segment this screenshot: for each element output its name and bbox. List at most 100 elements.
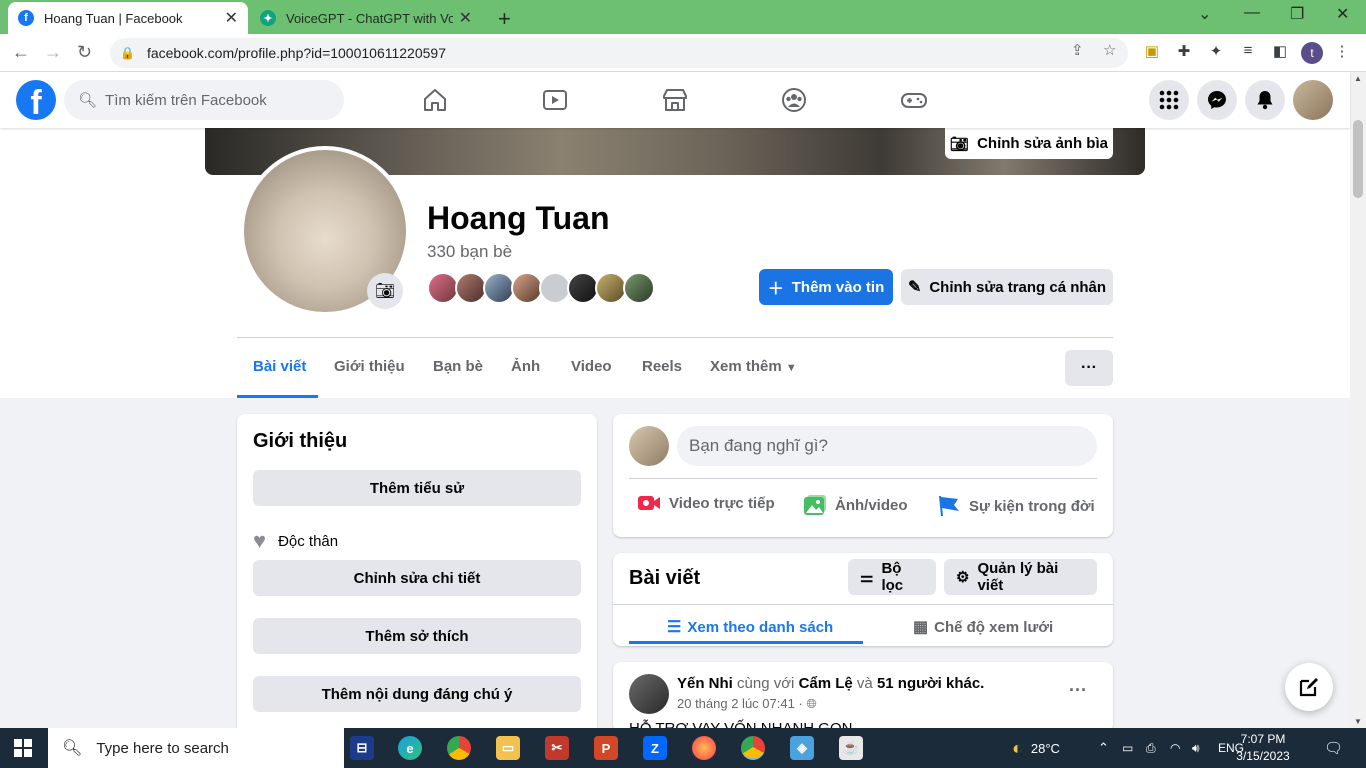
tab-more[interactable]: Xem thêm ▼ — [710, 358, 797, 375]
scrollbar-thumb[interactable] — [1353, 120, 1363, 198]
side-panel-icon[interactable]: ◧ — [1271, 42, 1289, 60]
tab-voicegpt[interactable]: ✦ VoiceGPT - ChatGPT with Voice ✕ — [250, 2, 482, 34]
weather-widget[interactable]: ◐ 28°C — [1012, 728, 1060, 768]
minimize-button[interactable]: — — [1244, 4, 1260, 22]
new-message-button[interactable] — [1285, 663, 1333, 711]
address-bar[interactable]: 🔒 facebook.com/profile.php?id=1000106112… — [110, 38, 1128, 68]
list-view-tab[interactable]: ☰ Xem theo danh sách — [667, 617, 833, 637]
edit-details-button[interactable]: Chỉnh sửa chi tiết — [253, 560, 581, 596]
task-view-icon[interactable]: ⊟ — [350, 736, 374, 760]
post-options-button[interactable]: ··· — [1069, 680, 1087, 701]
account-avatar[interactable] — [1293, 80, 1333, 120]
relationship-label: Độc thân — [278, 532, 339, 550]
notifications-bell-icon[interactable] — [1245, 80, 1285, 120]
extension-chatgpt-icon[interactable]: ✦ — [1207, 42, 1225, 60]
close-window-button[interactable]: ✕ — [1336, 4, 1349, 24]
weather-icon: ◐ — [1012, 737, 1023, 758]
posts-divider — [613, 604, 1113, 605]
edge-icon[interactable]: e — [398, 736, 422, 760]
menu-grid-icon[interactable] — [1149, 80, 1189, 120]
pencil-icon: ✎ — [907, 279, 922, 296]
tab-search-icon[interactable]: ⌄ — [1198, 4, 1211, 24]
tab-videos[interactable]: Video — [571, 358, 612, 375]
add-hobbies-button[interactable]: Thêm sở thích — [253, 618, 581, 654]
zalo-icon[interactable]: Z — [643, 736, 667, 760]
facebook-header: f 🔍︎ Tìm kiếm trên Facebook — [0, 72, 1350, 128]
chrome-active-icon[interactable] — [741, 736, 765, 760]
share-icon[interactable]: ⇪ — [1071, 41, 1084, 59]
tab-about[interactable]: Giới thiệu — [334, 358, 405, 375]
post-author-avatar[interactable] — [629, 674, 669, 714]
forward-icon[interactable]: → — [44, 42, 62, 63]
file-explorer-icon[interactable]: ▭ — [496, 736, 520, 760]
tab-photos[interactable]: Ảnh — [511, 358, 540, 375]
tab-facebook[interactable]: f Hoang Tuan | Facebook ✕ — [8, 2, 248, 34]
powerpoint-icon[interactable]: P — [594, 736, 618, 760]
taskbar-clock[interactable]: 7:07 PM 3/15/2023 — [1226, 731, 1300, 765]
scroll-up-icon[interactable]: ▲ — [1354, 74, 1362, 83]
reload-icon[interactable]: ↻ — [77, 42, 92, 63]
chrome-menu-icon[interactable]: ⋮ — [1333, 42, 1351, 60]
tab-reels[interactable]: Reels — [642, 358, 682, 375]
new-tab-button[interactable]: + — [498, 6, 511, 32]
device-icon[interactable]: ⎙ — [1146, 728, 1156, 768]
marketplace-icon[interactable] — [661, 86, 689, 114]
page-scrollbar[interactable]: ▲ ▼ — [1350, 72, 1366, 728]
java-icon[interactable]: ☕ — [839, 736, 863, 760]
back-icon[interactable]: ← — [12, 42, 30, 63]
gaming-icon[interactable] — [900, 86, 928, 114]
filter-button[interactable]: ⚌ Bộ lọc — [848, 559, 936, 595]
profile-more-button[interactable]: ··· — [1065, 350, 1113, 386]
edit-profile-button[interactable]: ✎ Chỉnh sửa trang cá nhân — [901, 269, 1113, 305]
edit-cover-button[interactable]: 📷︎ Chỉnh sửa ảnh bìa — [945, 128, 1113, 159]
composer-avatar[interactable] — [629, 426, 669, 466]
life-event-button[interactable]: Sự kiện trong đời — [937, 494, 1095, 518]
battery-icon[interactable]: ▭ — [1122, 728, 1133, 768]
facebook-logo-icon[interactable]: f — [16, 80, 56, 122]
tab-friends[interactable]: Bạn bè — [433, 358, 483, 375]
notification-center-icon[interactable]: 🗨︎ — [1324, 728, 1343, 768]
browser-profile-avatar[interactable]: t — [1301, 42, 1323, 64]
wifi-icon[interactable]: ◠ — [1170, 728, 1180, 768]
post-author-name[interactable]: Yến Nhi — [677, 675, 733, 692]
live-video-button[interactable]: Video trực tiếp — [637, 494, 775, 512]
groups-icon[interactable] — [780, 86, 808, 114]
manage-posts-label: Quản lý bài viết — [977, 560, 1059, 594]
windows-start-icon[interactable] — [14, 739, 32, 757]
snipping-tool-icon[interactable]: ✂ — [545, 736, 569, 760]
firefox-icon[interactable] — [692, 736, 716, 760]
volume-icon[interactable]: 🔊︎ — [1192, 728, 1200, 768]
taskbar-search-box[interactable]: 🔍︎ Type here to search — [48, 728, 344, 768]
update-profile-picture-camera-icon[interactable]: 📷︎ — [367, 273, 403, 309]
grid-view-tab[interactable]: ▦ Chế độ xem lưới — [913, 617, 1053, 637]
tab-title: VoiceGPT - ChatGPT with Voice — [286, 10, 453, 26]
manage-posts-button[interactable]: ⚙ Quản lý bài viết — [944, 559, 1097, 595]
friends-count[interactable]: 330 bạn bè — [427, 242, 512, 262]
home-icon[interactable] — [421, 86, 449, 114]
close-tab-icon[interactable]: ✕ — [459, 8, 472, 28]
scroll-down-icon[interactable]: ▼ — [1354, 717, 1362, 726]
add-to-story-button[interactable]: ＋ Thêm vào tin — [759, 269, 893, 305]
add-bio-button[interactable]: Thêm tiểu sử — [253, 470, 581, 506]
messenger-icon[interactable] — [1197, 80, 1237, 120]
post-others-link[interactable]: 51 người khác. — [877, 675, 984, 692]
tray-overflow-icon[interactable]: ⌃ — [1098, 728, 1109, 768]
search-icon: 🔍︎ — [62, 740, 83, 757]
media-controls-icon[interactable]: ≡ — [1239, 42, 1257, 60]
friend-avatar[interactable] — [623, 272, 655, 304]
watch-icon[interactable] — [541, 86, 569, 114]
app-cube-icon[interactable]: ◈ — [790, 736, 814, 760]
close-tab-icon[interactable]: ✕ — [225, 8, 238, 28]
bookmark-star-icon[interactable]: ☆ — [1103, 41, 1116, 59]
facebook-search-input[interactable]: 🔍︎ Tìm kiếm trên Facebook — [64, 80, 344, 120]
photo-video-button[interactable]: Ảnh/video — [803, 494, 908, 516]
restore-button[interactable]: ❐ — [1290, 4, 1304, 24]
add-featured-button[interactable]: Thêm nội dung đáng chú ý — [253, 676, 581, 712]
post-timestamp[interactable]: 20 tháng 2 lúc 07:41 · 🌐︎ — [677, 696, 817, 712]
chrome-icon[interactable] — [447, 736, 471, 760]
tab-posts[interactable]: Bài viết — [253, 358, 306, 375]
composer-input[interactable]: Bạn đang nghĩ gì? — [677, 426, 1097, 466]
extension-icon[interactable]: ▣ — [1143, 42, 1161, 60]
post-tagged-name[interactable]: Cẩm Lệ — [799, 675, 853, 692]
extensions-puzzle-icon[interactable]: ✚ — [1175, 42, 1193, 60]
